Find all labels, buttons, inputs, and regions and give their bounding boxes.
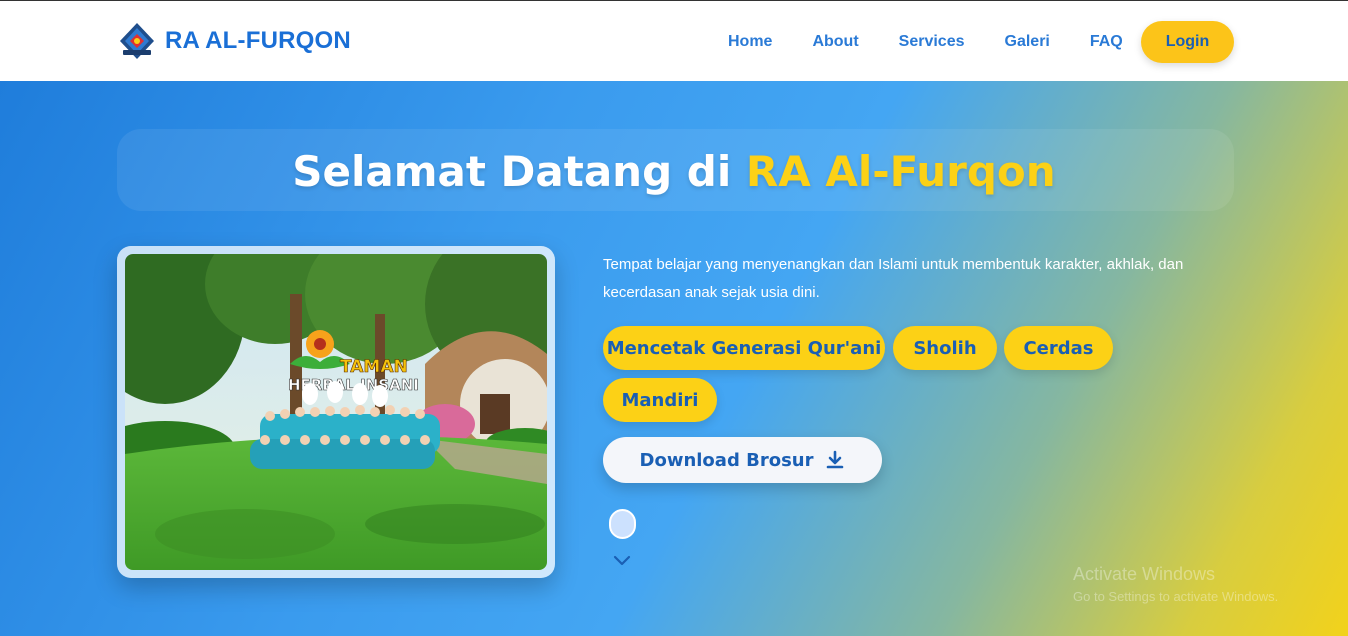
download-brosur-button[interactable]: Download Brosur xyxy=(603,437,882,483)
navbar: RA AL-FURQON Home About Services Galeri … xyxy=(0,0,1348,81)
login-button[interactable]: Login xyxy=(1141,21,1234,63)
nav-links: Home About Services Galeri FAQ xyxy=(708,1,1143,82)
school-logo-icon xyxy=(120,23,154,59)
nav-link-galeri[interactable]: Galeri xyxy=(985,33,1070,51)
brand-name: RA AL-FURQON xyxy=(165,27,351,54)
nav-link-about[interactable]: About xyxy=(792,33,878,51)
windows-watermark-subtitle: Go to Settings to activate Windows. xyxy=(1073,589,1279,604)
tag-cerdas: Cerdas xyxy=(1004,326,1113,370)
brand[interactable]: RA AL-FURQON xyxy=(117,21,351,61)
tag-mandiri: Mandiri xyxy=(603,378,717,422)
nav-link-home[interactable]: Home xyxy=(708,33,792,51)
hero-photo: TAMAN HERBAL INSANI xyxy=(125,254,547,570)
windows-watermark-title: Activate Windows xyxy=(1073,564,1216,584)
scroll-mouse-icon[interactable] xyxy=(609,509,636,539)
hero-title: Selamat Datang di RA Al-Furqon xyxy=(0,147,1348,196)
tag-sholih: Sholih xyxy=(893,326,997,370)
hero-section: Selamat Datang di RA Al-Furqon TAMAN HER… xyxy=(0,81,1348,636)
download-icon xyxy=(827,450,844,469)
photo-sign-line1: TAMAN xyxy=(340,357,408,377)
hero-description: Tempat belajar yang menyenangkan dan Isl… xyxy=(603,256,1184,301)
chevron-down-icon[interactable] xyxy=(613,555,631,567)
hero-title-highlight: RA Al-Furqon xyxy=(745,147,1056,196)
tag-generasi-qurani: Mencetak Generasi Qur'ani xyxy=(603,326,885,370)
hero-title-prefix: Selamat Datang di xyxy=(292,147,746,196)
hero-photo-frame: TAMAN HERBAL INSANI xyxy=(117,246,555,578)
nav-link-services[interactable]: Services xyxy=(879,33,985,51)
download-brosur-label: Download Brosur xyxy=(639,449,814,471)
nav-link-faq[interactable]: FAQ xyxy=(1070,33,1143,51)
